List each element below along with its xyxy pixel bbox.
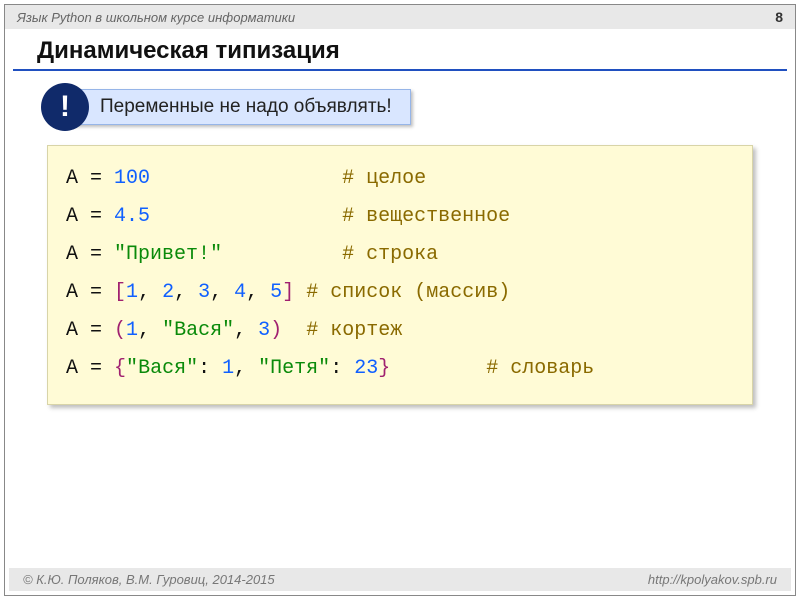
slide-footer: © К.Ю. Поляков, В.М. Гуровиц, 2014-2015 … [9, 568, 791, 591]
slide-frame: Язык Python в школьном курсе информатики… [4, 4, 796, 596]
line-2: A = 4.5 # вещественное [66, 205, 510, 228]
callout: ! Переменные не надо объявлять! [41, 83, 795, 131]
footer-url: http://kpolyakov.spb.ru [648, 572, 777, 587]
line-6: A = {"Вася": 1, "Петя": 23} # словарь [66, 357, 594, 380]
callout-text: Переменные не надо объявлять! [71, 89, 411, 125]
line-1: A = 100 # целое [66, 167, 426, 190]
course-title: Язык Python в школьном курсе информатики [17, 10, 295, 25]
slide-header: Язык Python в школьном курсе информатики… [5, 5, 795, 29]
code-block: A = 100 # целое A = 4.5 # вещественное A… [47, 145, 753, 405]
page-number: 8 [775, 9, 783, 25]
line-5: A = (1, "Вася", 3) # кортеж [66, 319, 402, 342]
line-4: A = [1, 2, 3, 4, 5] # список (массив) [66, 281, 510, 304]
exclamation-icon: ! [41, 83, 89, 131]
copyright: © К.Ю. Поляков, В.М. Гуровиц, 2014-2015 [23, 572, 275, 587]
line-3: A = "Привет!" # строка [66, 243, 438, 266]
slide-title: Динамическая типизация [13, 29, 787, 71]
